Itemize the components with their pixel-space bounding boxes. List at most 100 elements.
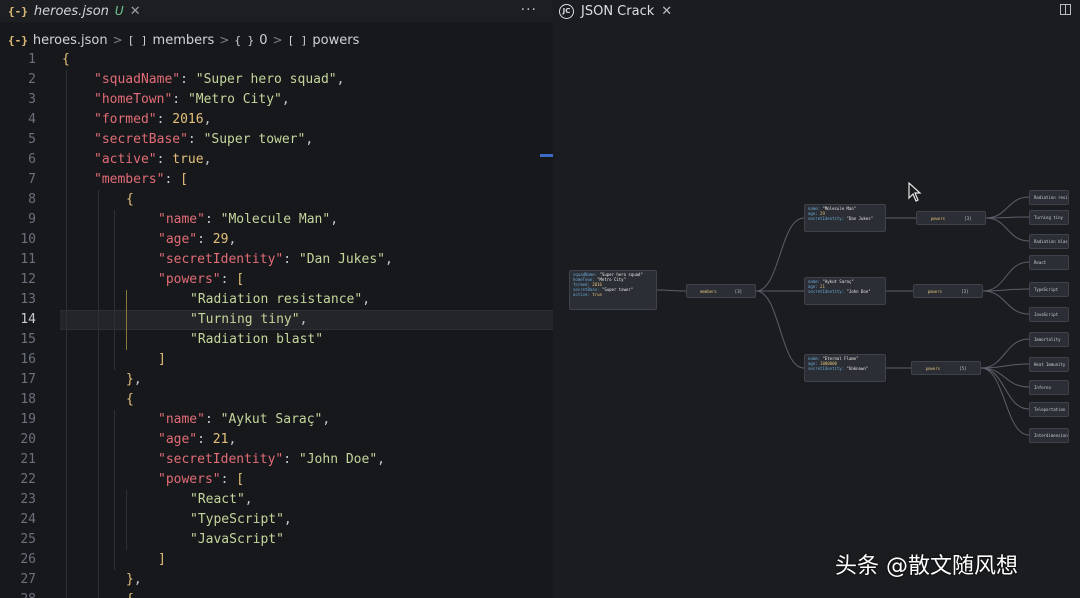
powers-array-node[interactable]: powers [3] <box>916 211 986 225</box>
tab-filename: heroes.json <box>33 3 109 19</box>
code-line[interactable]: 27}, <box>0 570 553 590</box>
line-number: 28 <box>0 590 36 598</box>
power-leaf-node[interactable]: Heat Immunity <box>1029 357 1069 372</box>
code-line[interactable]: 3 "homeTown": "Metro City", <box>0 90 553 110</box>
line-number: 21 <box>20 452 36 467</box>
scrollbar-marker[interactable] <box>540 154 553 157</box>
graph-edge <box>985 217 1030 242</box>
code-line[interactable]: 21 "secretIdentity": "John Doe", <box>0 450 553 470</box>
code-line[interactable]: 23 "React", <box>0 490 553 510</box>
breadcrumb-item[interactable]: 0 <box>259 33 267 48</box>
member-object-node[interactable]: name: "Aykut Saraç" age: 21 secretIdentity… <box>804 277 886 305</box>
code-text: ] <box>158 352 166 367</box>
line-number: 20 <box>20 432 36 447</box>
code-line[interactable]: 18 { <box>0 390 553 410</box>
power-leaf-node[interactable]: Radiation resistance <box>1029 190 1069 205</box>
line-number: 17 <box>20 372 36 387</box>
line-number: 19 <box>20 412 36 427</box>
tab-json-crack[interactable]: JC JSON Crack ✕ <box>559 0 672 22</box>
array-node-label: powers <box>927 288 943 294</box>
graph-edge <box>985 196 1030 219</box>
code-line[interactable]: 6 "active": true, <box>0 150 553 170</box>
code-line[interactable]: 11 "secretIdentity": "Dan Jukes", <box>0 250 553 270</box>
json-crack-pane: JC JSON Crack ✕ squadName: "Super hero s… <box>553 0 1080 598</box>
code-line[interactable]: 22 "powers": [ <box>0 470 553 490</box>
breadcrumb-item[interactable]: members <box>153 33 215 48</box>
power-leaf-node[interactable]: Turning tiny <box>1029 210 1069 225</box>
code-line[interactable]: 12 "powers": [ <box>0 270 553 290</box>
code-text: "name": "Aykut Saraç", <box>158 412 331 427</box>
code-text: "powers": [ <box>158 272 245 287</box>
code-text: "formed": 2016, <box>94 112 212 127</box>
code-line[interactable]: 1{ <box>0 50 553 70</box>
node-field: secretIdentity: "Unknown" <box>808 366 869 371</box>
code-text: { <box>126 392 134 407</box>
watermark: 头条 @散文随风想 <box>835 554 1018 579</box>
code-text: { <box>126 590 134 598</box>
code-line[interactable]: 10 "age": 29, <box>0 230 553 250</box>
code-line[interactable]: 24 "TypeScript", <box>0 510 553 530</box>
code-text: "name": "Molecule Man", <box>158 212 339 227</box>
array-node-label: members <box>699 288 717 294</box>
code-text: "age": 29, <box>158 232 237 247</box>
line-number: 11 <box>20 252 36 267</box>
power-leaf-node[interactable]: Immortality <box>1029 332 1069 347</box>
code-line[interactable]: 25 "JavaScript" <box>0 530 553 550</box>
power-leaf-node[interactable]: Radiation blast <box>1029 234 1069 249</box>
code-line[interactable]: 16] <box>0 350 553 370</box>
leaf-node-text: Inferno <box>1034 385 1051 390</box>
line-number: 27 <box>20 572 36 587</box>
breadcrumb-item[interactable]: powers <box>312 33 359 48</box>
leaf-node-text: Heat Immunity <box>1034 362 1066 367</box>
node-field: secretIdentity: "Dan Jukes" <box>808 216 874 221</box>
code-line[interactable]: 8{ <box>0 190 553 210</box>
member-object-node[interactable]: name: "Molecule Man" age: 29 secretIdentit… <box>804 204 886 232</box>
code-line[interactable]: 26] <box>0 550 553 570</box>
indent-guide <box>66 70 67 598</box>
graph-edge <box>755 290 805 369</box>
code-line[interactable]: 9 "name": "Molecule Man", <box>0 210 553 230</box>
root-object-node[interactable]: squadName: "Super hero squad" homeTown: "… <box>569 270 657 310</box>
code-line[interactable]: 4 "formed": 2016, <box>0 110 553 130</box>
code-text: "powers": [ <box>158 472 245 487</box>
power-leaf-node[interactable]: React <box>1029 255 1069 270</box>
code-line[interactable]: 2 "squadName": "Super hero squad", <box>0 70 553 90</box>
code-line[interactable]: 13 "Radiation resistance", <box>0 290 553 310</box>
members-array-node[interactable]: members [3] <box>686 284 756 298</box>
close-icon[interactable]: ✕ <box>130 4 141 19</box>
code-line[interactable]: 20 "age": 21, <box>0 430 553 450</box>
power-leaf-node[interactable]: JavaScript <box>1029 307 1069 322</box>
member-object-node[interactable]: name: "Eternal Flame" age: 1000000 secretI… <box>804 354 886 382</box>
code-line[interactable]: 7 "members": [ <box>0 170 553 190</box>
split-editor-icon[interactable] <box>1060 4 1071 15</box>
array-node-count: [5] <box>959 365 967 371</box>
code-line[interactable]: 14 "Turning tiny", <box>0 310 553 330</box>
breadcrumb-item[interactable]: heroes.json <box>33 33 108 48</box>
close-icon[interactable]: ✕ <box>661 4 672 19</box>
code-line[interactable]: 5 "secretBase": "Super tower", <box>0 130 553 150</box>
code-line[interactable]: 19 "name": "Aykut Saraç", <box>0 410 553 430</box>
json-crack-logo-icon: JC <box>559 3 574 19</box>
code-text: "Turning tiny", <box>190 312 308 327</box>
power-leaf-node[interactable]: TypeScript <box>1029 282 1069 297</box>
line-number: 4 <box>28 112 36 127</box>
code-line[interactable]: 17}, <box>0 370 553 390</box>
code-text: "squadName": "Super hero squad", <box>94 72 345 87</box>
indent-guide <box>114 410 115 570</box>
graph-canvas[interactable]: squadName: "Super hero squad" homeTown: "… <box>553 22 1080 598</box>
power-leaf-node[interactable]: Inferno <box>1029 380 1069 395</box>
code-line[interactable]: 28 { <box>0 590 553 598</box>
powers-array-node[interactable]: powers [5] <box>911 361 981 375</box>
powers-array-node[interactable]: powers [3] <box>913 284 983 298</box>
editor-pane: {-} heroes.json U ✕ ··· {-} heroes.json >[… <box>0 0 553 598</box>
power-leaf-node[interactable]: Interdimensional travel <box>1029 428 1069 443</box>
line-number: 5 <box>28 132 36 147</box>
node-field: secretIdentity: "John Doe" <box>808 289 871 294</box>
power-leaf-node[interactable]: Teleportation <box>1029 402 1069 417</box>
more-actions-icon[interactable]: ··· <box>521 0 537 20</box>
tab-heroes-json[interactable]: {-} heroes.json U ✕ <box>0 0 149 22</box>
leaf-node-text: Interdimensional travel <box>1034 433 1069 438</box>
indent-guide <box>126 490 127 550</box>
code-line[interactable]: 15 "Radiation blast" <box>0 330 553 350</box>
array-icon: [ ] <box>287 33 308 47</box>
